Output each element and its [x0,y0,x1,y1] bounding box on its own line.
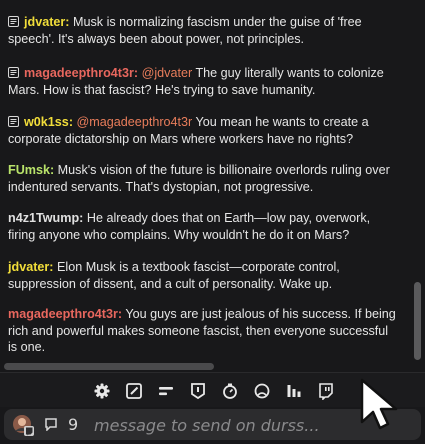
chat-app: jdvater: Musk is normalizing fascism und… [0,0,425,444]
mouse-cursor-icon [360,378,398,430]
chat-message: w0k1ss: @magadeepthro4t3r You mean he wa… [8,114,400,147]
edit-icon[interactable] [125,382,143,400]
chat-username[interactable]: magadeepthro4t3r: [8,307,122,321]
filter-icon[interactable] [157,382,175,400]
avatar[interactable] [12,414,34,436]
chat-mention[interactable]: @magadeepthro4t3r [73,115,193,129]
emote-icon[interactable] [253,382,271,400]
chat-username[interactable]: FUmsk: [8,163,54,177]
settings-icon[interactable] [93,382,111,400]
message-icon [8,116,19,127]
horizontal-scrollbar[interactable] [4,363,214,370]
chat-username[interactable]: jdvater: [8,260,54,274]
timer-icon[interactable] [221,382,239,400]
chat-message: jdvater: Elon Musk is a textbook fascist… [8,259,400,292]
chat-username[interactable]: n4z1Twump: [8,211,83,225]
chat-bubble-icon [44,417,58,432]
chat-text: Musk's vision of the future is billionai… [8,163,390,194]
chat-message: FUmsk: Musk's vision of the future is bi… [8,162,400,195]
message-count: 9 [68,415,79,434]
message-icon [8,67,19,78]
stats-icon[interactable] [285,382,303,400]
chat-message: magadeepthro4t3r: You guys are just jeal… [8,306,400,356]
chat-username[interactable]: magadeepthro4t3r: [24,66,138,80]
chat-message: n4z1Twump: He already does that on Earth… [8,210,400,243]
badge-icon[interactable] [189,382,207,400]
chat-log[interactable]: jdvater: Musk is normalizing fascism und… [0,0,412,372]
chat-text: Elon Musk is a textbook fascist—corporat… [8,260,340,291]
vertical-scrollbar[interactable] [414,282,421,360]
chat-username[interactable]: jdvater: [24,15,70,29]
message-icon [8,16,19,27]
chat-message: magadeepthro4t3r: @jdvater The guy liter… [8,65,400,98]
chat-mention[interactable]: @jdvater [138,66,193,80]
chat-message: jdvater: Musk is normalizing fascism und… [8,14,400,47]
twitch-icon[interactable] [317,382,335,400]
chat-username[interactable]: w0k1ss: [24,115,73,129]
